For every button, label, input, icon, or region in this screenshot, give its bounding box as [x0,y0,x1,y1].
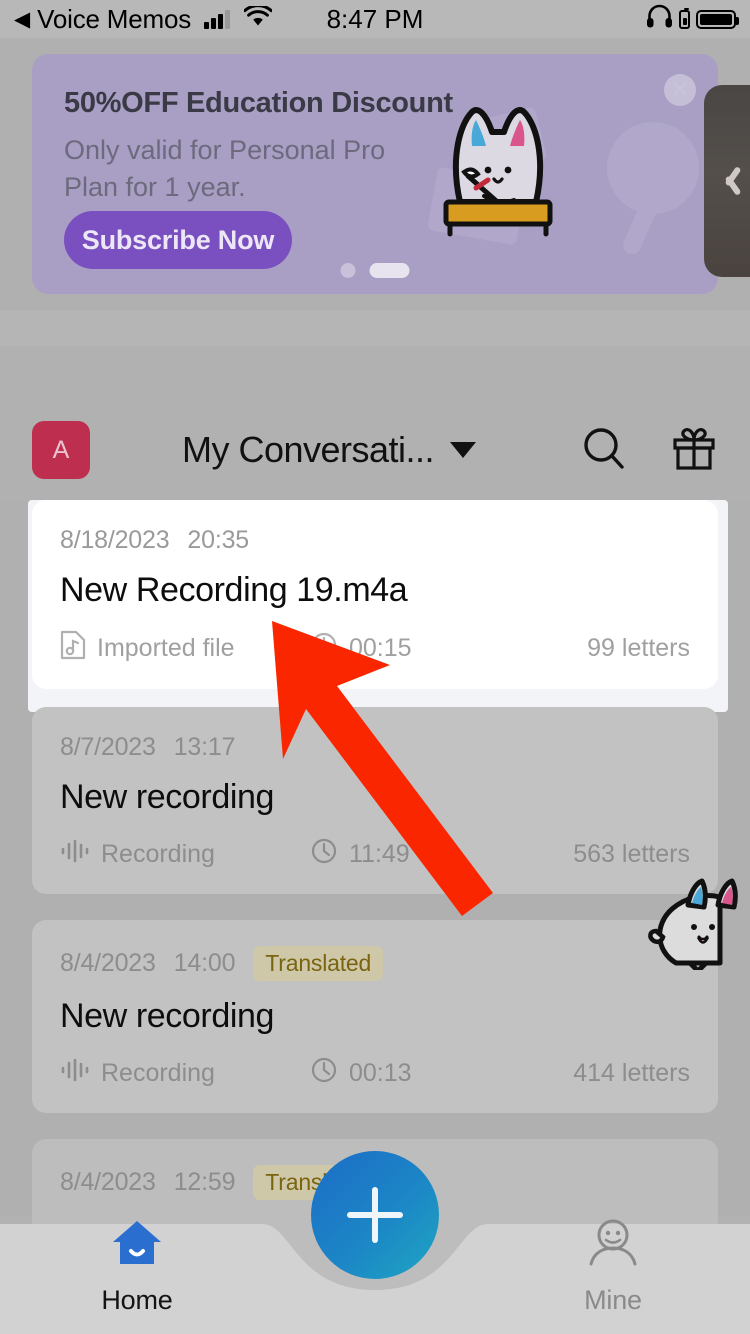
close-icon[interactable]: ✕ [664,74,696,106]
back-chevron-icon[interactable]: ◀ [14,9,30,30]
title-dropdown[interactable]: My Conversati... [78,429,580,471]
list-item-date: 8/7/2023 [60,733,156,761]
list-item-header: 8/4/2023 14:00 Translated [60,946,690,981]
chevron-left-icon [718,164,736,198]
cat-peek-icon [648,878,738,970]
status-bar-right [646,4,739,35]
tab-home[interactable]: Home [47,1218,227,1316]
list-item-title: New recording [60,778,275,816]
list-item[interactable]: 8/7/2023 13:17 New recording Recording 1… [32,707,718,894]
header-actions [580,424,718,477]
list-item-time: 14:00 [173,949,236,977]
list-item-date: 8/4/2023 [60,1168,156,1196]
clock-icon [310,631,338,666]
list-item-meta: Recording 11:49 563 letters [60,837,690,872]
list-item-title: New recording [60,997,275,1035]
list-item[interactable]: 8/4/2023 14:00 Translated New recording … [32,920,718,1113]
person-icon [586,1218,640,1273]
list-item-duration-label: 00:13 [349,1059,412,1087]
list-item-duration: 00:13 [310,1056,412,1091]
list-item-letters: 99 letters [587,634,690,662]
wifi-icon [242,3,273,34]
add-recording-button[interactable] [311,1151,439,1279]
list-item-header: 8/7/2023 13:17 [60,733,690,762]
music-file-icon [60,630,86,667]
list-item[interactable]: 8/18/2023 20:35 New Recording 19.m4a Imp… [32,500,718,689]
banner-subtitle: Only valid for Personal Pro Plan for 1 y… [64,135,386,202]
app-header: A My Conversati... [0,405,750,495]
back-app-label[interactable]: Voice Memos [37,4,191,35]
plus-icon [347,1187,403,1243]
list-item-date: 8/18/2023 [60,526,170,554]
list-item-duration-label: 00:15 [349,634,412,662]
clock-icon [310,837,338,872]
chevron-down-icon[interactable] [450,442,477,458]
page-title: My Conversati... [181,429,435,470]
cellular-signal-icon [204,9,230,29]
list-item-header: 8/18/2023 20:35 [60,526,690,555]
accessory-battery-icon [679,7,690,29]
waveform-icon [60,838,90,871]
headphones-icon [646,4,673,35]
list-item-type-label: Imported file [97,634,235,662]
bg-band [0,310,750,346]
list-item-type: Imported file [60,630,310,667]
gift-icon[interactable] [670,424,718,477]
list-item-type-label: Recording [101,840,215,868]
status-bar-left[interactable]: ◀ Voice Memos [14,3,273,35]
list-item-letters: 414 letters [573,1059,690,1087]
home-icon [110,1218,164,1273]
subscribe-now-button[interactable]: Subscribe Now [64,211,292,269]
list-item-duration-label: 11:49 [349,840,410,868]
list-item-title: New Recording 19.m4a [60,571,408,609]
list-item-time: 12:59 [173,1168,236,1196]
app-screen: ◀ Voice Memos 8:47 PM 50%OFF Education D… [0,0,750,1334]
banner-title: 50%OFF Education Discount [64,87,453,119]
list-item-time: 20:35 [187,526,249,554]
list-item-time: 13:17 [173,733,236,761]
tab-mine-label: Mine [584,1285,642,1315]
pagination-dot-active[interactable] [369,263,410,278]
battery-icon [696,9,739,29]
list-item-type: Recording [60,1057,310,1090]
tab-home-label: Home [101,1285,173,1315]
list-item-meta: Imported file 00:15 99 letters [60,630,690,667]
promo-banner[interactable]: 50%OFF Education Discount Only valid for… [32,54,718,294]
waveform-icon [60,1057,90,1090]
pagination-dot[interactable] [340,263,356,278]
list-item-date: 8/4/2023 [60,949,156,977]
status-bar: ◀ Voice Memos 8:47 PM [0,0,750,38]
clock-icon [310,1056,338,1091]
list-item-meta: Recording 00:13 414 letters [60,1056,690,1091]
list-item-duration: 11:49 [310,837,410,872]
tab-mine[interactable]: Mine [523,1218,703,1316]
status-badge: Translated [253,946,384,981]
list-item-type-label: Recording [101,1059,215,1087]
list-item-letters: 563 letters [573,840,690,868]
list-item-duration: 00:15 [310,631,412,666]
list-item-type: Recording [60,838,310,871]
search-icon[interactable] [580,424,628,477]
side-drawer-handle[interactable] [704,85,750,277]
banner-pagination[interactable] [340,263,410,278]
